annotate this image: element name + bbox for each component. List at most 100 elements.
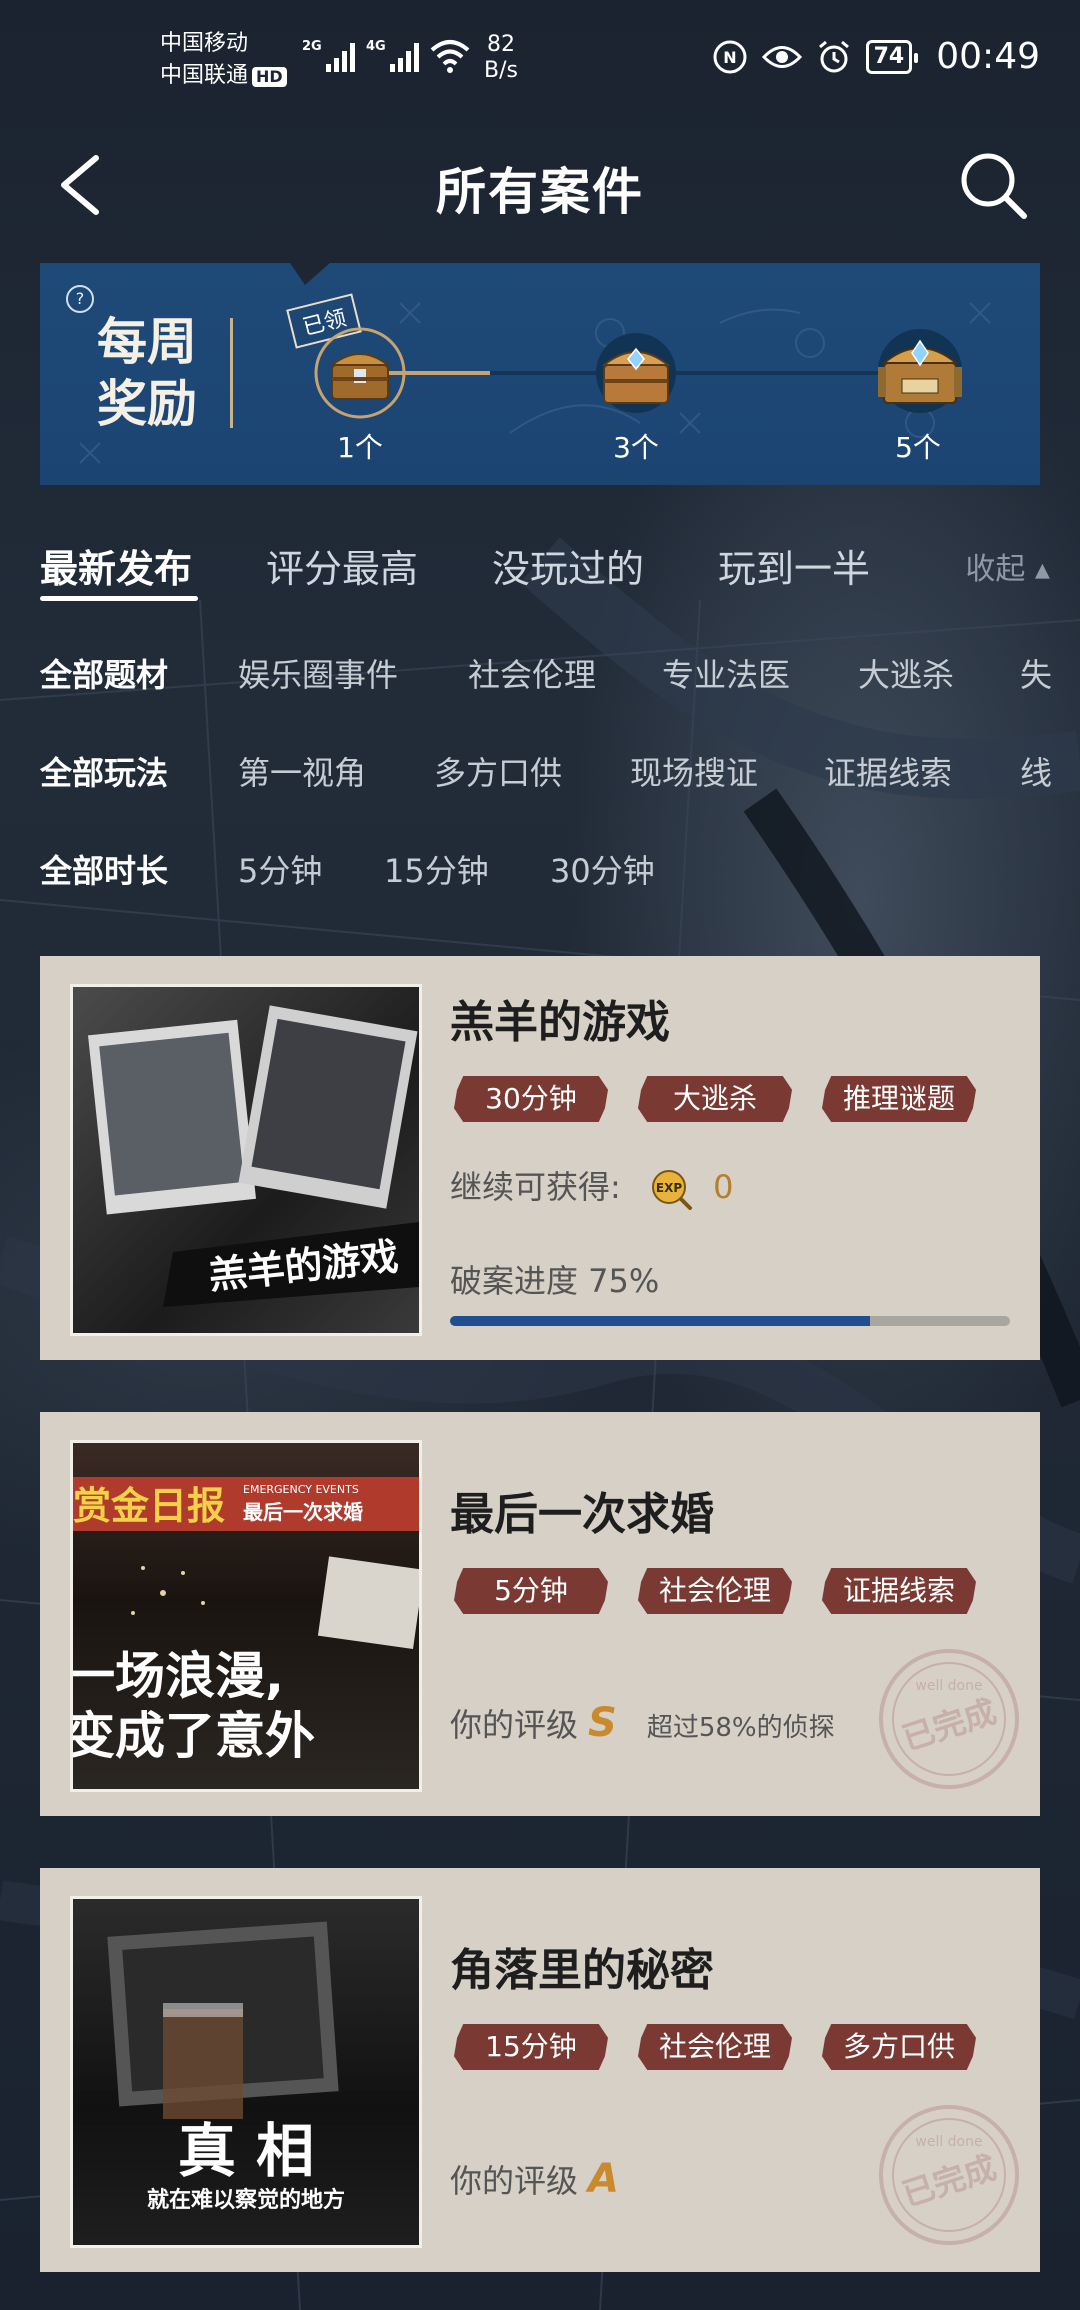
net-speed: 82 B/s	[484, 32, 518, 84]
active-tab-indicator	[40, 596, 198, 601]
filter-option[interactable]: 现场搜证	[630, 748, 758, 794]
reward-title-line-1: 每周	[97, 313, 197, 371]
tag-mode: 推理谜题	[822, 1076, 976, 1122]
cover-art: 羔羊的游戏	[88, 1005, 419, 1307]
sort-tabs: 最新发布 评分最高 没玩过的 玩到一半 收起 ▴	[40, 538, 1050, 608]
tab-half-played[interactable]: 玩到一半	[718, 538, 870, 593]
cover-episode: 最后一次求婚	[243, 1500, 363, 1524]
chest-label: 1个	[337, 431, 383, 464]
filter-option[interactable]: 社会伦理	[468, 650, 596, 696]
tag-theme: 社会伦理	[638, 2024, 792, 2070]
case-title: 羔羊的游戏	[450, 997, 670, 1048]
reward-title: 每周 奖励	[92, 311, 202, 435]
exp-icon: EXP	[651, 1170, 692, 1210]
eye-icon	[761, 45, 802, 68]
signal-2g-icon: 2G	[302, 39, 355, 72]
net-speed-unit: B/s	[484, 58, 518, 83]
svg-text:已完成: 已完成	[898, 2148, 1001, 2214]
cover-art: 真 相 就在难以察觉的地方	[107, 1921, 345, 2213]
filter-option[interactable]: 线	[1020, 748, 1052, 794]
exp-value: 0	[713, 1168, 734, 1206]
search-icon[interactable]	[956, 148, 1030, 222]
filter-row-duration: 全部时长 5分钟 15分钟 30分钟	[40, 846, 1080, 902]
progress-bar	[450, 1316, 1010, 1326]
collapse-button[interactable]: 收起 ▴	[965, 544, 1050, 588]
carrier-2: 中国联通	[160, 63, 249, 88]
cover-line-2: 变成了意外	[73, 1707, 315, 1765]
svg-text:well done: well done	[915, 1678, 982, 1694]
wifi-icon	[430, 40, 470, 73]
case-card[interactable]: 羔羊的游戏 羔羊的游戏 30分钟 大逃杀 推理谜题 继续可获得: EXP 0 破…	[40, 956, 1040, 1360]
chest-label: 5个	[895, 431, 941, 464]
filter-option[interactable]: 第一视角	[238, 748, 366, 794]
alarm-icon	[818, 40, 849, 72]
filter-option[interactable]: 5分钟	[238, 846, 322, 892]
case-title: 角落里的秘密	[450, 1945, 714, 1996]
page-title: 所有案件	[436, 163, 644, 221]
cover-banner: 赏金日报	[73, 1484, 225, 1528]
status-icons: N 74 00:49	[712, 36, 1040, 77]
net-2g-label: 2G	[302, 39, 322, 54]
signal-4g-icon: 4G	[366, 39, 419, 72]
case-cover-image: 羔羊的游戏	[70, 984, 422, 1336]
case-rating: 你的评级 S 超过58%的侦探	[450, 1700, 835, 1746]
weekly-reward-banner: ? 每周 奖励 已领 1个 3个 5个	[40, 263, 1040, 485]
filter-option[interactable]: 证据线索	[824, 748, 952, 794]
case-rating: 你的评级 A	[450, 2156, 619, 2202]
case-card[interactable]: 赏金日报 EMERGENCY EVENTS 最后一次求婚 一场浪漫, 变成了意外…	[40, 1412, 1040, 1816]
case-card[interactable]: 真 相 就在难以察觉的地方 角落里的秘密 15分钟 社会伦理 多方口供 你的评级…	[40, 1868, 1040, 2272]
beat-percentage: 超过58%的侦探	[646, 1713, 835, 1743]
net-speed-value: 82	[486, 32, 515, 57]
hd-badge: HD	[252, 67, 287, 87]
rating-grade: A	[588, 2156, 619, 2202]
case-title: 最后一次求婚	[450, 1489, 714, 1540]
help-icon[interactable]: ?	[66, 285, 94, 313]
rating-label: 你的评级	[450, 2162, 579, 2200]
tag-theme: 社会伦理	[638, 1568, 792, 1614]
tag-mode: 证据线索	[822, 1568, 976, 1614]
completed-stamp-icon: well done 已完成	[879, 2105, 1019, 2245]
case-cover-image: 赏金日报 EMERGENCY EVENTS 最后一次求婚 一场浪漫, 变成了意外	[70, 1440, 422, 1792]
net-4g-label: 4G	[366, 39, 386, 54]
cover-big: 真 相	[178, 2117, 314, 2185]
filter-option[interactable]: 15分钟	[384, 846, 489, 892]
treasure-chest-icon[interactable]	[588, 325, 684, 421]
app-header: 所有案件	[0, 130, 1080, 240]
filter-option[interactable]: 娱乐圈事件	[238, 650, 398, 696]
treasure-chest-icon[interactable]	[312, 325, 408, 421]
battery-icon: 74	[865, 39, 918, 74]
reward-title-line-2: 奖励	[97, 375, 197, 433]
filter-duration-all[interactable]: 全部时长	[40, 846, 168, 892]
tag-duration: 5分钟	[454, 1568, 608, 1614]
cover-line-1: 一场浪漫,	[73, 1647, 284, 1705]
tab-top-rated[interactable]: 评分最高	[266, 538, 418, 593]
filter-mode-all[interactable]: 全部玩法	[40, 748, 168, 794]
rating-label: 你的评级	[450, 1706, 579, 1744]
completed-stamp-icon: well done 已完成	[879, 1649, 1019, 1789]
progress-bar-fill	[450, 1316, 870, 1326]
filter-theme-all[interactable]: 全部题材	[40, 650, 168, 696]
continue-reward-label: 继续可获得:	[450, 1168, 621, 1206]
cover-sub-label: EMERGENCY EVENTS	[243, 1483, 359, 1496]
tab-latest[interactable]: 最新发布	[40, 538, 192, 593]
filter-option[interactable]: 专业法医	[662, 650, 790, 696]
filter-option[interactable]: 失	[1020, 650, 1052, 696]
svg-text:well done: well done	[915, 2134, 982, 2150]
treasure-chest-icon[interactable]	[872, 323, 968, 419]
clock: 00:49	[936, 36, 1040, 77]
filter-option[interactable]: 多方口供	[434, 748, 562, 794]
carrier-info: 中国移动 中国联通 HD	[160, 28, 287, 92]
continue-reward: 继续可获得: EXP 0	[450, 1162, 734, 1211]
filter-option[interactable]: 大逃杀	[858, 650, 954, 696]
tag-duration: 15分钟	[454, 2024, 608, 2070]
filter-option[interactable]: 30分钟	[550, 846, 655, 892]
tab-unplayed[interactable]: 没玩过的	[492, 538, 644, 593]
status-bar: 中国移动 中国联通 HD 2G 4G 82 B/s N 74 00:49	[0, 0, 1080, 110]
svg-text:N: N	[723, 48, 736, 67]
tag-duration: 30分钟	[454, 1076, 608, 1122]
tag-mode: 多方口供	[822, 2024, 976, 2070]
svg-text:已完成: 已完成	[898, 1692, 1001, 1758]
cover-small: 就在难以察觉的地方	[147, 2187, 345, 2213]
nfc-icon: N	[713, 40, 747, 73]
carrier-1: 中国移动	[160, 31, 249, 56]
